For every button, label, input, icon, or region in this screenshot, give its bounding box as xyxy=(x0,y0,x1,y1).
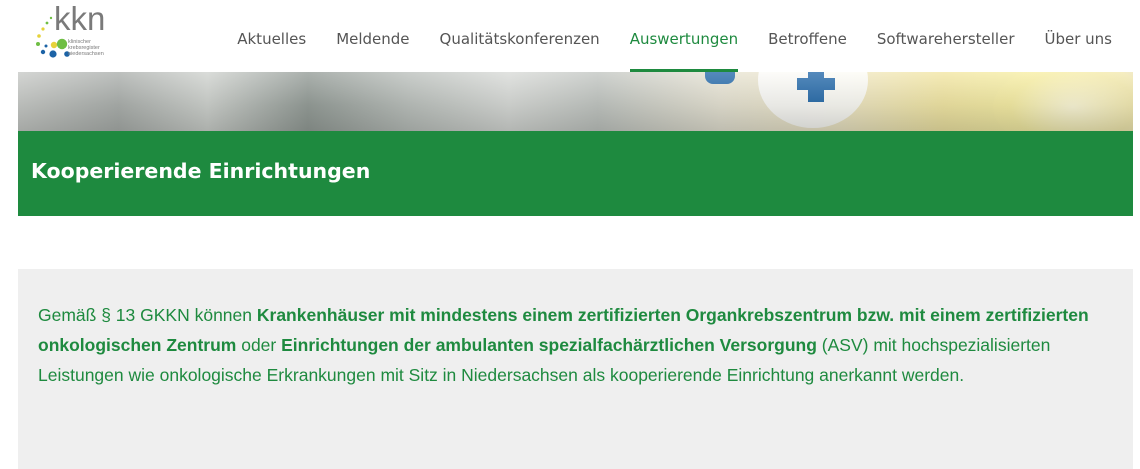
nav-item-betroffene[interactable]: Betroffene xyxy=(768,0,847,72)
nav-item-softwarehersteller[interactable]: Softwarehersteller xyxy=(877,0,1015,72)
nav-item-meldende[interactable]: Meldende xyxy=(336,0,409,72)
nav-item-auswertungen[interactable]: Auswertungen xyxy=(629,0,739,72)
logo-subline: niedersachsen xyxy=(68,51,104,57)
nav-item-aktuelles[interactable]: Aktuelles xyxy=(237,0,306,72)
page-title-band: Kooperierende Einrichtungen xyxy=(18,131,1133,216)
info-text-segment: oder xyxy=(236,335,282,355)
nav-item-qualitaetskonferenzen[interactable]: Qualitätskonferenzen xyxy=(440,0,600,72)
info-panel: Gemäß § 13 GKKN können Krankenhäuser mit… xyxy=(18,269,1133,469)
logo-wordmark: kkn xyxy=(54,0,106,37)
kkn-logo[interactable]: kkn klinischer krebsregister niedersachs… xyxy=(34,0,124,64)
page-title: Kooperierende Einrichtungen xyxy=(31,159,371,183)
info-text-bold: Einrichtungen der ambulanten spezialfach… xyxy=(281,335,817,355)
site-header: kkn klinischer krebsregister niedersachs… xyxy=(0,0,1140,72)
hero-banner-image xyxy=(18,72,1133,132)
info-text-segment: Gemäß § 13 GKKN können xyxy=(38,305,257,325)
main-navigation: Aktuelles Meldende Qualitätskonferenzen … xyxy=(207,0,1112,72)
info-paragraph: Gemäß § 13 GKKN können Krankenhäuser mit… xyxy=(38,300,1123,390)
nav-item-ueber-uns[interactable]: Über uns xyxy=(1045,0,1113,72)
